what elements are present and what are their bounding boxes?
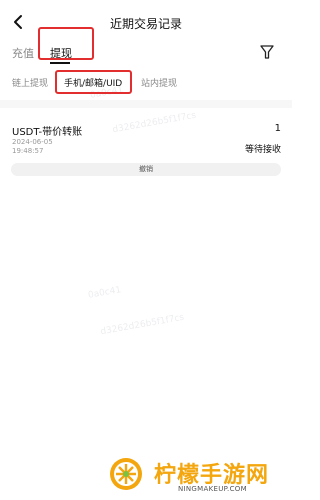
watermark-text: 0a0c41 [87,285,122,301]
transaction-record: USDT-带价转账 1 2024-06-05 19:48:57 等待接收 撤销 [0,118,292,178]
record-title: USDT-带价转账 [12,127,83,138]
active-tab-indicator [50,62,70,64]
record-amount: 1 [274,123,281,134]
record-time: 19:48:57 [12,147,44,155]
highlight-box-withdraw-tab [38,27,94,60]
tab-recharge[interactable]: 充值 [12,45,34,61]
section-divider [0,100,292,108]
highlight-box-phone-email-uid [55,70,132,94]
filter-icon[interactable] [260,44,274,60]
brand-url: NINGMAKEUP.COM [178,485,247,493]
subtab-internal-withdraw[interactable]: 站内提现 [141,76,177,89]
sub-tabs: 链上提现 手机/邮箱/UID 站内提现 [0,72,292,94]
watermark-text: d3262d26b5f1f7cs [99,312,185,338]
record-date: 2024-06-05 [12,138,53,146]
brand-watermark: 柠檬手游网 NINGMAKEUP.COM [108,452,292,500]
lemon-logo-icon [110,458,142,490]
cancel-button[interactable]: 撤销 [11,163,281,176]
record-status: 等待接收 [244,145,281,155]
subtab-chain-withdraw[interactable]: 链上提现 [12,76,48,89]
